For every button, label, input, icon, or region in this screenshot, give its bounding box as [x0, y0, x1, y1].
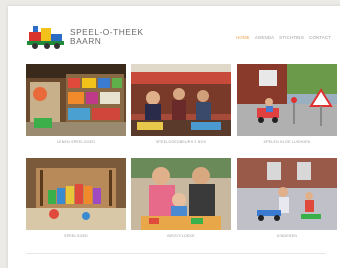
- gallery-caption[interactable]: BIRGIT/LOEKE: [131, 234, 231, 238]
- gallery-item[interactable]: SPEELGOED: [26, 158, 126, 238]
- gallery-photo-wooden-toy[interactable]: [26, 158, 126, 230]
- main-nav: HOME AGENDA STICHTING CONTACT: [236, 35, 331, 40]
- gallery-caption[interactable]: KINDEREN: [237, 234, 337, 238]
- gallery-photo-outdoor-play[interactable]: [237, 64, 337, 136]
- gallery-photo-toy-fair[interactable]: [131, 64, 231, 136]
- gallery-item[interactable]: SPEELGOEDBEURS 2 NOV: [131, 64, 231, 144]
- gallery-caption[interactable]: SPEELGOEDBEURS 2 NOV: [131, 140, 231, 144]
- gallery-item[interactable]: SPELEN IN DE LUSHOEK: [237, 64, 337, 144]
- nav-item-agenda[interactable]: AGENDA: [255, 35, 274, 40]
- nav-item-home[interactable]: HOME: [236, 35, 250, 40]
- gallery-photo-volunteers[interactable]: [131, 158, 231, 230]
- gallery-item[interactable]: LENEN SPEELGOED: [26, 64, 126, 144]
- gallery-photo-toy-shelves[interactable]: [26, 64, 126, 136]
- gallery-photo-children[interactable]: [237, 158, 337, 230]
- gallery-caption[interactable]: LENEN SPEELGOED: [26, 140, 126, 144]
- page: SPEEL-O-THEEK BAARN HOME AGENDA STICHTIN…: [8, 6, 340, 268]
- site-title-line-2: BAARN: [70, 36, 102, 46]
- speel-o-theek-logo[interactable]: [26, 24, 66, 50]
- gallery-caption[interactable]: SPEELGOED: [26, 234, 126, 238]
- gallery-item[interactable]: KINDEREN: [237, 158, 337, 238]
- header: SPEEL-O-THEEK BAARN HOME AGENDA STICHTIN…: [8, 6, 340, 56]
- gallery-caption[interactable]: SPELEN IN DE LUSHOEK: [237, 140, 337, 144]
- nav-item-contact[interactable]: CONTACT: [309, 35, 331, 40]
- gallery-item[interactable]: BIRGIT/LOEKE: [131, 158, 231, 238]
- site-title[interactable]: SPEEL-O-THEEK BAARN: [70, 28, 144, 46]
- footer-divider: [26, 253, 326, 254]
- nav-item-stichting[interactable]: STICHTING: [279, 35, 304, 40]
